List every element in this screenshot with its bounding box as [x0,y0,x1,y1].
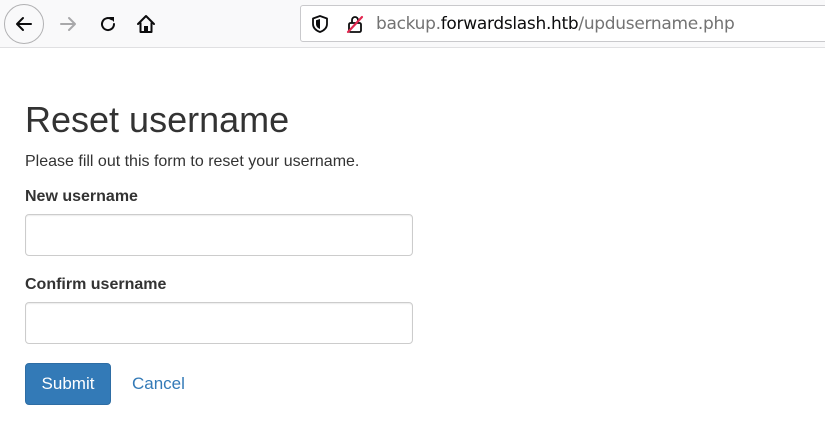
browser-toolbar: backup.forwardslash.htb/updusername.php [0,0,825,48]
url-text[interactable]: backup.forwardslash.htb/updusername.php [376,14,735,34]
url-path: /updusername.php [578,14,735,34]
home-icon [137,15,155,33]
new-username-input[interactable] [25,214,413,256]
back-button[interactable] [4,4,44,44]
page-description: Please fill out this form to reset your … [25,153,360,170]
confirm-username-label: Confirm username [25,276,167,293]
back-arrow-icon [16,17,32,31]
reload-icon [101,17,116,32]
url-prefix: backup. [376,14,441,34]
home-button[interactable] [126,4,166,44]
forward-arrow-icon [60,17,76,31]
url-host: forwardslash.htb [440,14,579,34]
reload-button[interactable] [88,4,128,44]
shield-icon[interactable] [310,14,330,34]
page-title: Reset username [25,99,290,140]
new-username-label: New username [25,188,138,205]
forward-button[interactable] [48,4,88,44]
cancel-link[interactable]: Cancel [132,374,185,394]
confirm-username-input[interactable] [25,302,413,344]
insecure-lock-icon[interactable] [345,14,365,34]
address-bar[interactable]: backup.forwardslash.htb/updusername.php [300,5,825,42]
submit-button[interactable]: Submit [25,363,111,405]
